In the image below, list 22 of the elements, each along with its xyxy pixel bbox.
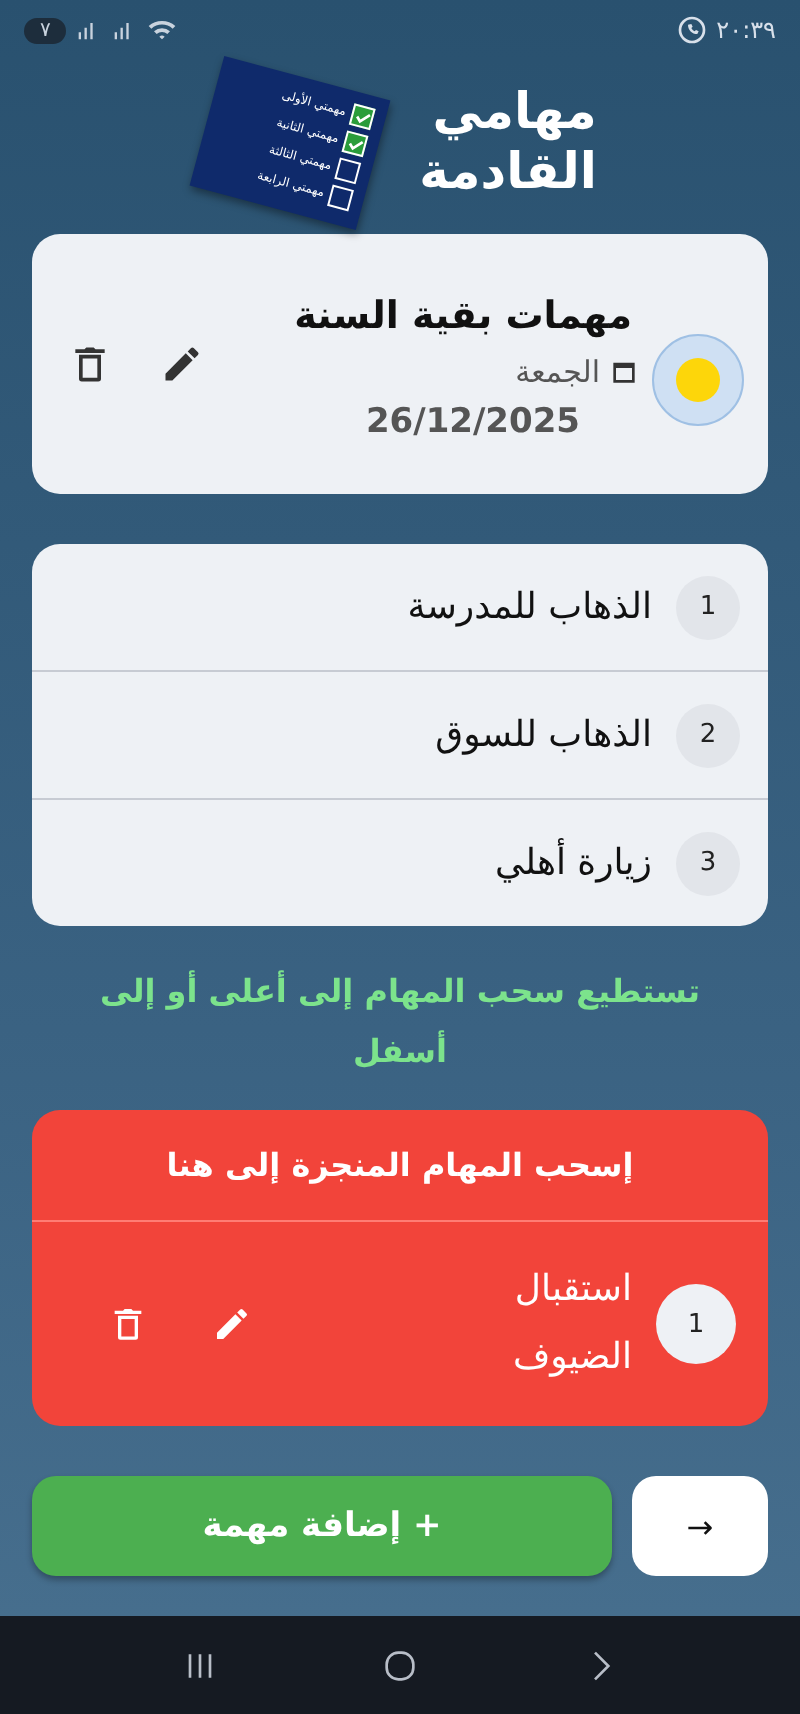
event-day: الجمعة <box>515 354 600 390</box>
task-title: زيارة أهلي <box>495 842 652 884</box>
task-number: 2 <box>676 703 740 767</box>
next-button[interactable]: → <box>632 1476 768 1576</box>
app-title: مهامي القادمة <box>419 82 597 202</box>
home-icon[interactable] <box>380 1645 420 1685</box>
drop-zone-title: إسحب المهام المنجزة إلى هنا <box>32 1110 768 1222</box>
task-title: الذهاب للسوق <box>435 714 652 756</box>
task-number: 3 <box>676 831 740 895</box>
task-number: 1 <box>656 1284 736 1364</box>
task-title: استقبال الضيوف <box>511 1266 632 1382</box>
battery-indicator: ٧ <box>24 17 67 43</box>
event-date: 26/12/2025 <box>365 402 582 442</box>
task-number: 1 <box>676 575 740 639</box>
color-ring[interactable] <box>652 334 744 426</box>
hint-text: تستطيع سحب المهام إلى أعلى أو إلى أسفل <box>98 968 702 1074</box>
pencil-icon <box>212 1304 252 1344</box>
clock-time: ٢٠:٣٩ <box>716 16 776 44</box>
task-title: الذهاب للمدرسة <box>407 586 652 628</box>
pencil-icon <box>160 342 204 386</box>
whatsapp-icon <box>676 14 709 46</box>
event-title: مهمات بقية السنة <box>294 294 634 338</box>
